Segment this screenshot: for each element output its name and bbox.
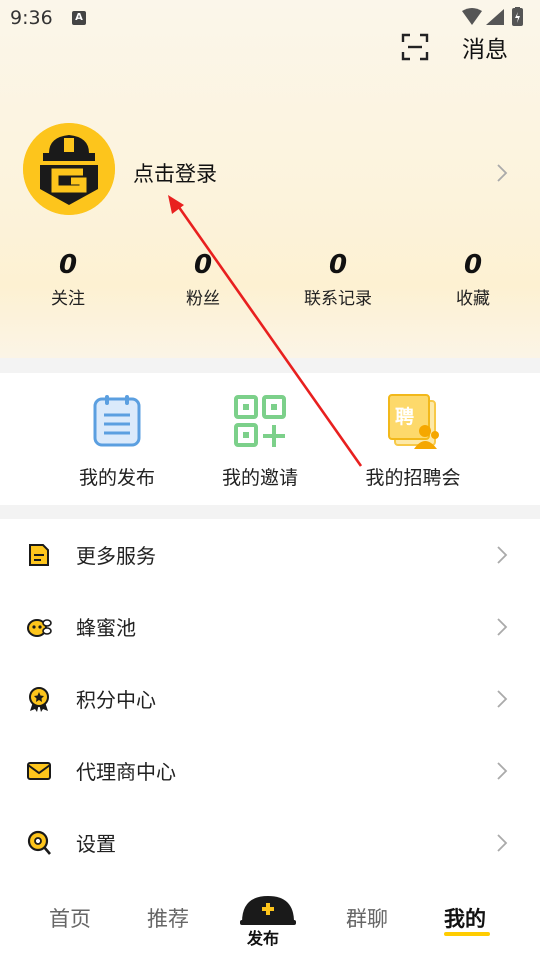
- stat-value: 0: [328, 250, 348, 280]
- medal-icon: [29, 687, 49, 712]
- job-fair-icon: 聘: [388, 394, 439, 449]
- stat-contact-records[interactable]: 0 联系记录: [283, 250, 393, 309]
- menu-item-settings[interactable]: 设置: [0, 807, 540, 879]
- chevron-right-icon: [497, 834, 508, 852]
- qr-code-icon: [234, 395, 286, 447]
- menu-item-honey-pool[interactable]: 蜂蜜池: [0, 591, 540, 663]
- quick-action-label: 我的发布: [78, 467, 155, 489]
- document-icon: [29, 544, 49, 566]
- my-job-fair-button[interactable]: 聘 我的招聘会: [333, 393, 493, 490]
- stat-value: 0: [463, 250, 483, 280]
- system-status-icons: [462, 7, 523, 26]
- nav-active-indicator: [444, 932, 490, 936]
- chevron-right-icon: [497, 618, 508, 636]
- quick-actions-card: 我的发布 我的邀请 聘 我的招聘会: [0, 373, 540, 505]
- chevron-right-icon[interactable]: [496, 162, 508, 184]
- stat-fans[interactable]: 0 粉丝: [148, 250, 258, 309]
- helmet-logo-icon: [23, 123, 115, 215]
- menu-item-agent-center[interactable]: 代理商中心: [0, 735, 540, 807]
- envelope-icon: [27, 762, 51, 780]
- menu-list: 更多服务 蜂蜜池 积分中心 代理商中心 设置: [0, 519, 540, 881]
- chevron-right-icon: [497, 546, 508, 564]
- avatar[interactable]: [23, 123, 115, 215]
- stat-favorites[interactable]: 0 收藏: [418, 250, 528, 309]
- svg-text:聘: 聘: [395, 405, 414, 428]
- nav-mine[interactable]: 我的: [444, 903, 486, 933]
- stat-label: 关注: [51, 289, 85, 309]
- menu-item-label: 设置: [76, 832, 116, 856]
- settings-icon: [27, 830, 51, 855]
- my-invites-button[interactable]: 我的邀请: [180, 393, 340, 490]
- chevron-right-icon: [497, 690, 508, 708]
- scan-icon[interactable]: [400, 32, 430, 62]
- login-link[interactable]: 点击登录: [133, 158, 217, 188]
- stat-label: 联系记录: [304, 289, 372, 309]
- menu-item-points-center[interactable]: 积分中心: [0, 663, 540, 735]
- sim-indicator-icon: A: [72, 11, 86, 25]
- menu-item-label: 蜂蜜池: [76, 616, 136, 640]
- status-bar: 9:36 A: [0, 0, 540, 36]
- chevron-right-icon: [497, 762, 508, 780]
- stat-label: 粉丝: [186, 289, 220, 309]
- nav-group-chat[interactable]: 群聊: [346, 903, 388, 933]
- stat-value: 0: [58, 250, 78, 280]
- stat-follow[interactable]: 0 关注: [13, 250, 123, 309]
- my-posts-button[interactable]: 我的发布: [37, 393, 197, 490]
- bee-icon: [27, 619, 52, 637]
- menu-item-more-services[interactable]: 更多服务: [0, 519, 540, 591]
- menu-item-label: 积分中心: [76, 688, 156, 712]
- stat-label: 收藏: [456, 289, 490, 309]
- clipboard-icon: [93, 395, 141, 447]
- menu-item-label: 更多服务: [76, 544, 156, 568]
- stat-value: 0: [193, 250, 213, 280]
- status-time: 9:36: [10, 7, 53, 29]
- nav-publish-label[interactable]: 发布: [247, 925, 279, 949]
- quick-action-label: 我的邀请: [221, 467, 298, 489]
- nav-recommend[interactable]: 推荐: [147, 903, 189, 933]
- messages-button[interactable]: 消息: [462, 30, 508, 64]
- quick-action-label: 我的招聘会: [365, 467, 461, 489]
- menu-item-label: 代理商中心: [76, 760, 176, 784]
- nav-home[interactable]: 首页: [49, 903, 91, 933]
